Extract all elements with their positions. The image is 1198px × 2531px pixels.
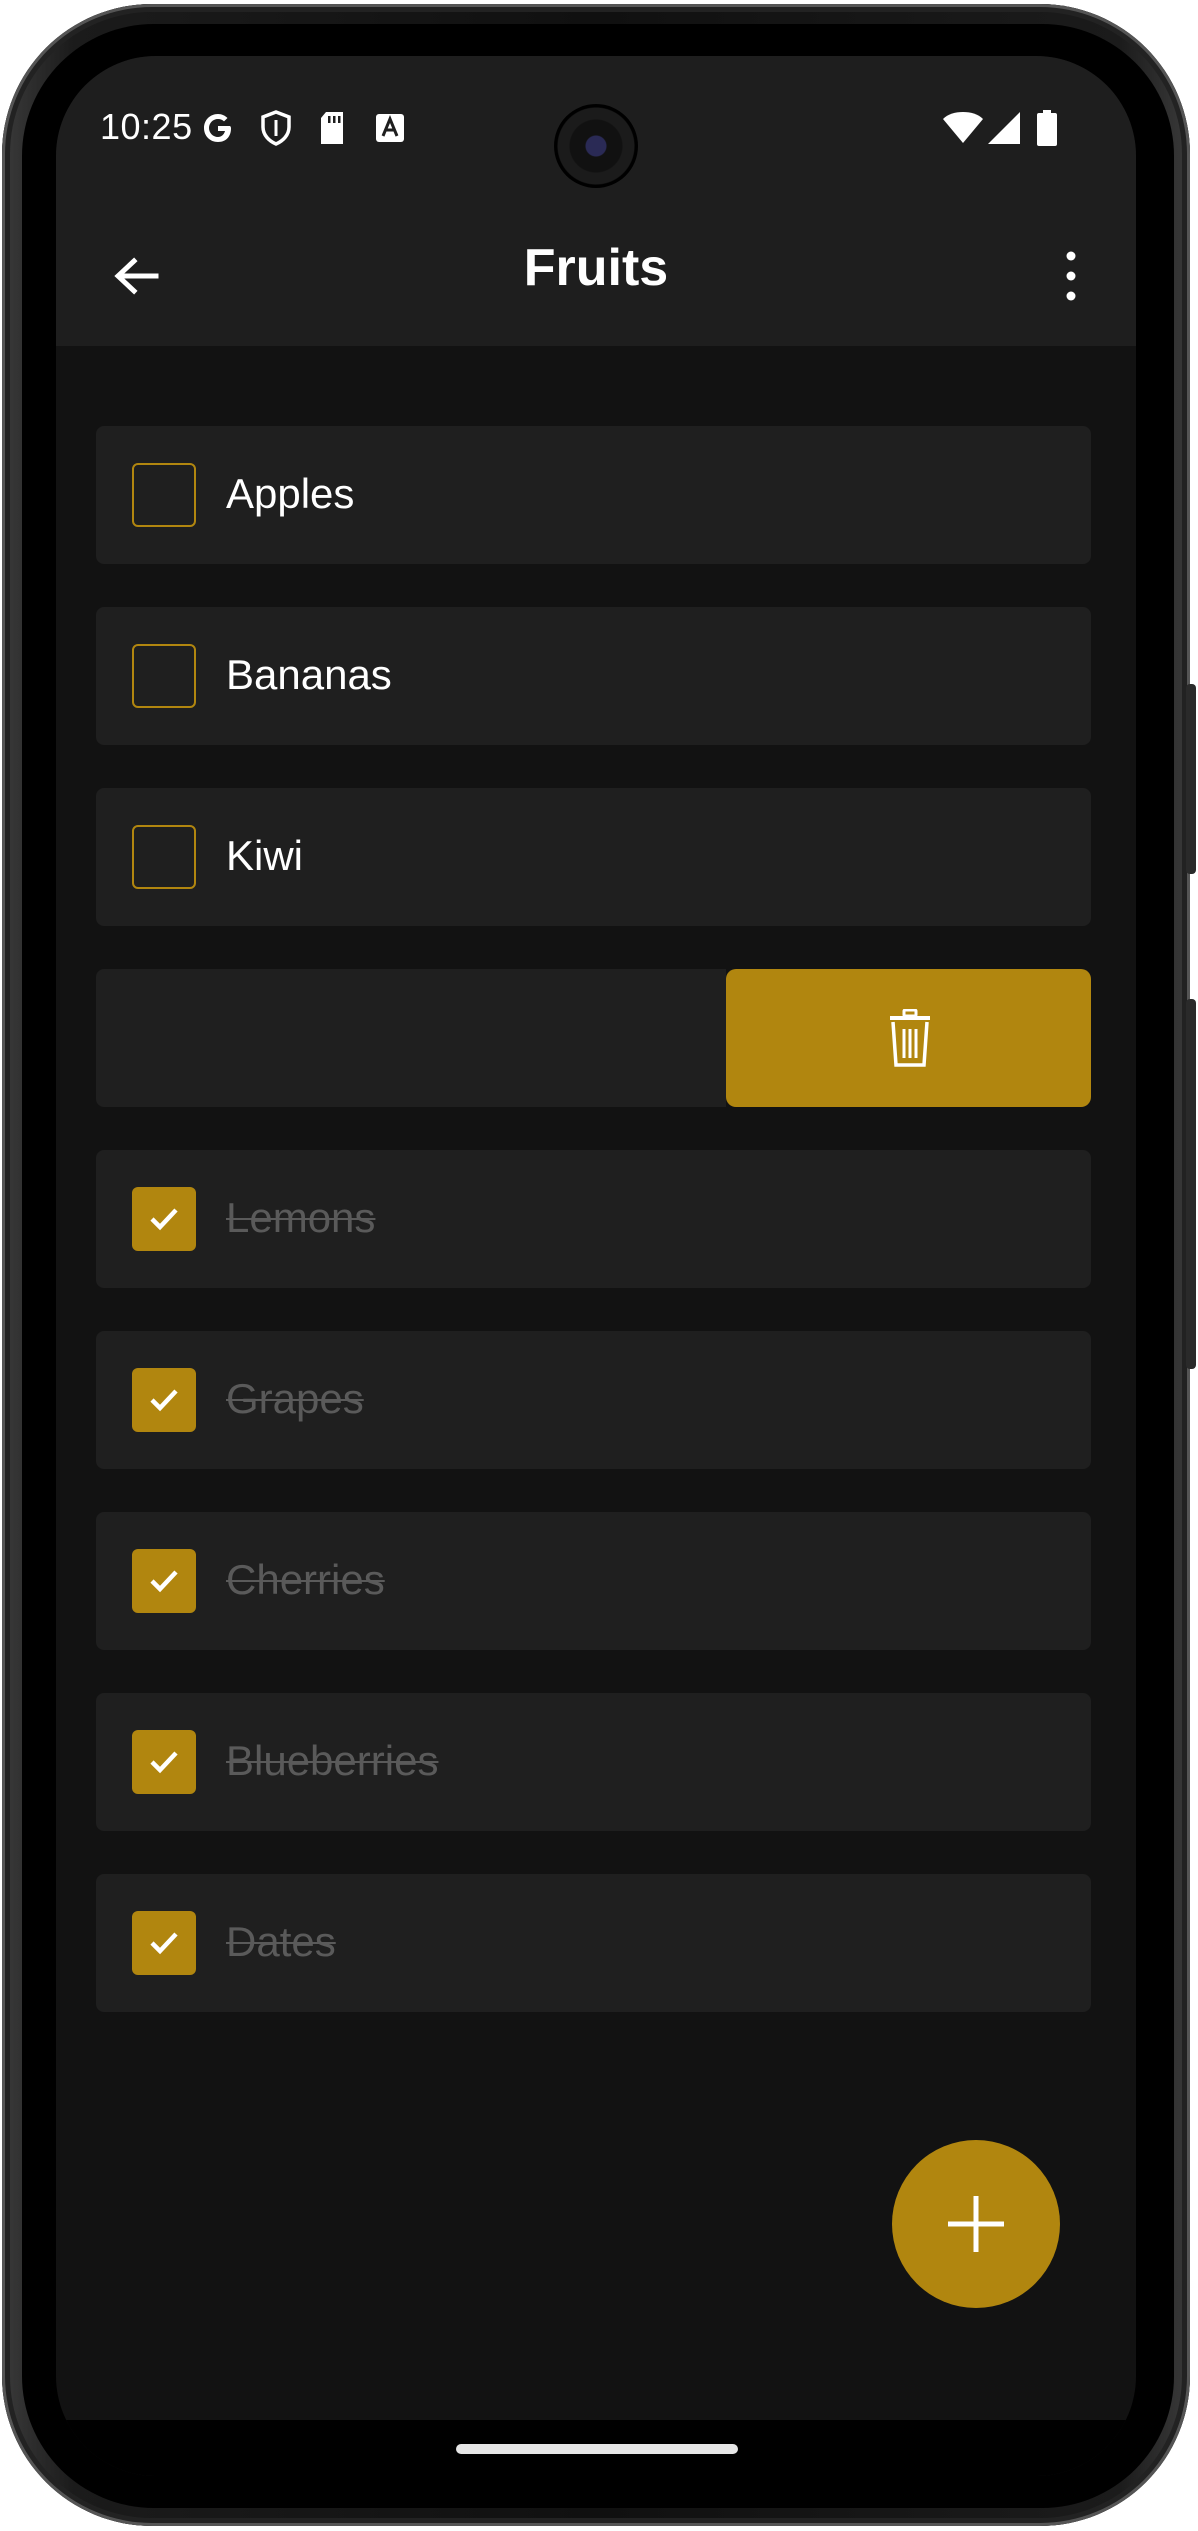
checkbox-checked[interactable]: [132, 1730, 196, 1794]
check-icon: [150, 1751, 178, 1774]
swiped-list-item[interactable]: [96, 969, 726, 1107]
screen: 10:25 Fruits Apples Bananas Kiwi Lemons …: [56, 56, 1136, 2476]
check-icon: [150, 1570, 178, 1593]
item-label: Lemons: [226, 1194, 376, 1241]
item-label: Dates: [226, 1918, 336, 1965]
add-item-button[interactable]: [892, 2140, 1060, 2308]
trash-icon: [890, 1009, 930, 1067]
overflow-menu-button[interactable]: [1046, 238, 1096, 318]
battery-icon: [1037, 110, 1057, 146]
wifi-icon: [943, 112, 983, 143]
plus-icon: [948, 2196, 1004, 2252]
list-item[interactable]: Dates: [96, 1874, 1091, 2012]
checkbox-checked[interactable]: [132, 1368, 196, 1432]
google-icon: [204, 114, 231, 142]
item-label: Bananas: [226, 651, 392, 698]
checkbox-checked[interactable]: [132, 1911, 196, 1975]
list-item[interactable]: Kiwi: [96, 788, 1091, 926]
power-button: [1186, 999, 1196, 1369]
status-time: 10:25: [100, 106, 193, 147]
item-label: Apples: [226, 470, 355, 517]
list-item[interactable]: Grapes: [96, 1331, 1091, 1469]
check-icon: [150, 1932, 178, 1955]
shield-icon: [261, 110, 291, 146]
more-vert-icon: [1066, 251, 1076, 301]
item-label: Kiwi: [226, 832, 304, 879]
signal-icon: [988, 112, 1020, 144]
check-icon: [150, 1208, 178, 1231]
list-item[interactable]: Apples: [96, 426, 1091, 564]
checkbox[interactable]: [132, 463, 196, 527]
checkbox[interactable]: [132, 644, 196, 708]
list-item[interactable]: Lemons: [96, 1150, 1091, 1288]
phone-mockup: 10:25 Fruits Apples Bananas Kiwi Lemons …: [0, 0, 1198, 2531]
checkbox-checked[interactable]: [132, 1549, 196, 1613]
list-item[interactable]: Cherries: [96, 1512, 1091, 1650]
delete-button[interactable]: [726, 969, 1091, 1107]
volume-button: [1186, 684, 1196, 874]
checkbox[interactable]: [132, 825, 196, 889]
list-item[interactable]: Bananas: [96, 607, 1091, 745]
home-indicator[interactable]: [456, 2444, 738, 2454]
item-label: Blueberries: [226, 1737, 439, 1784]
item-label: Cherries: [226, 1556, 385, 1603]
front-camera: [554, 104, 638, 188]
item-label: Grapes: [226, 1375, 364, 1422]
page-title: Fruits: [523, 239, 669, 297]
check-icon: [150, 1389, 178, 1412]
sd-card-icon: [321, 112, 343, 144]
checkbox-checked[interactable]: [132, 1187, 196, 1251]
list-item[interactable]: Blueberries: [96, 1693, 1091, 1831]
accessibility-text-icon: [376, 114, 404, 142]
